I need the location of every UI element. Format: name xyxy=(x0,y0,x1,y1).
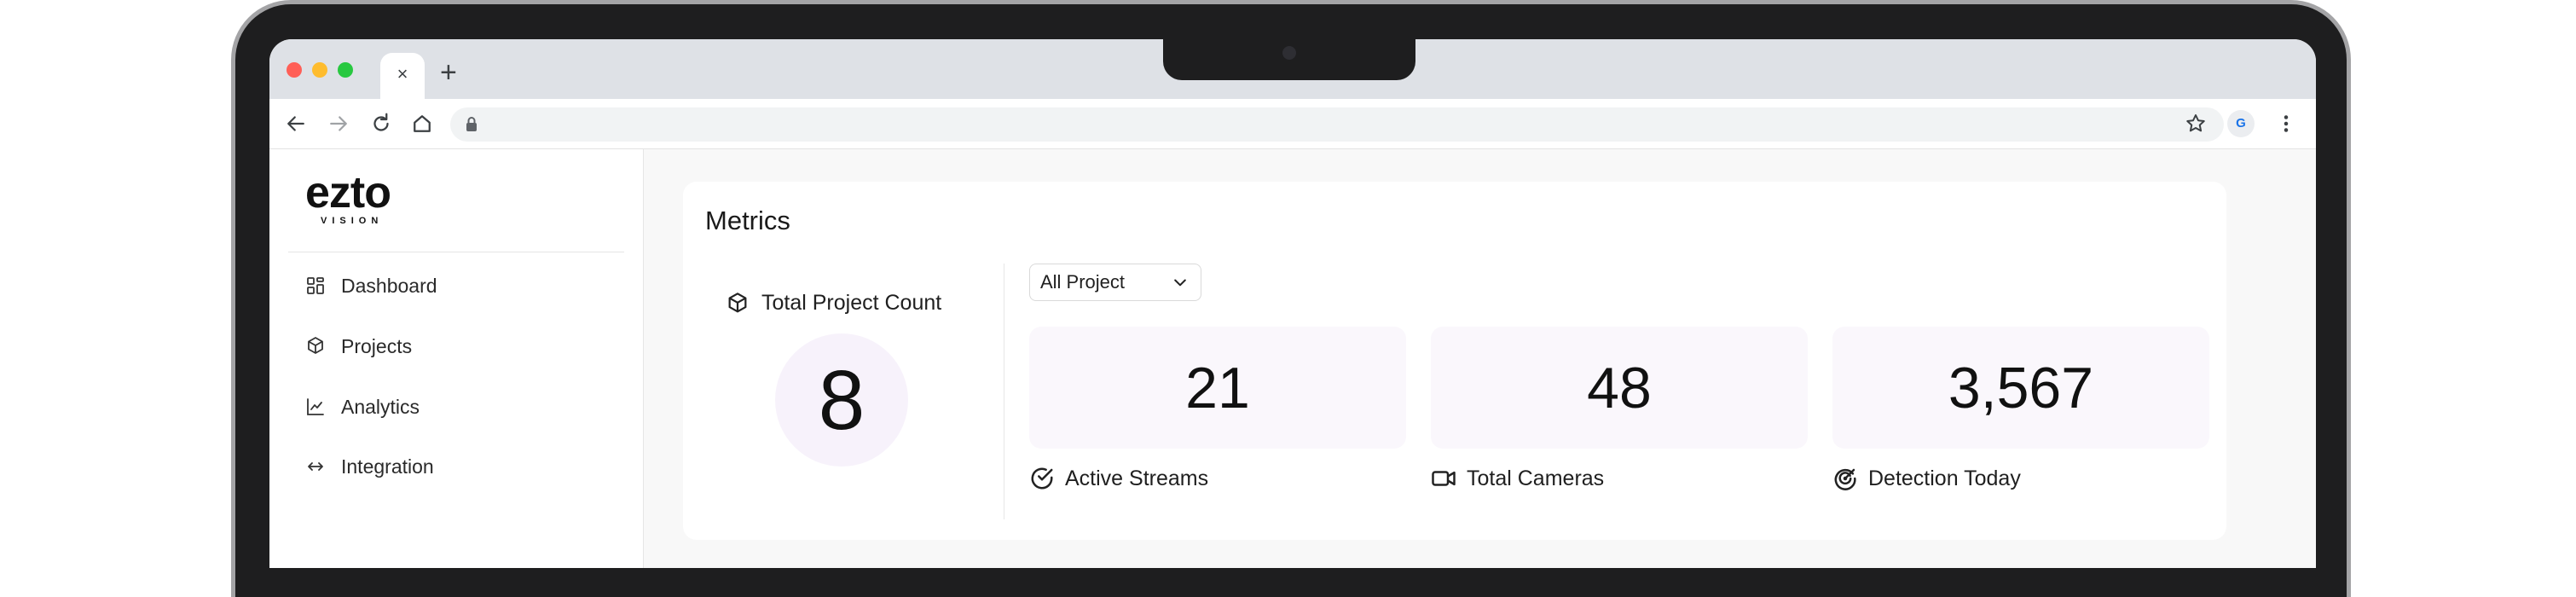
total-cameras-label: Total Cameras xyxy=(1431,466,1604,491)
ezto-vision-logo[interactable]: ezto VISION xyxy=(305,170,391,226)
home-icon[interactable] xyxy=(409,111,435,136)
total-project-count-label: Total Project Count xyxy=(726,291,941,316)
maximize-window-button[interactable] xyxy=(338,62,353,78)
project-filter-dropdown[interactable]: All Project xyxy=(1029,264,1201,301)
sidebar-item-label: Analytics xyxy=(341,395,420,418)
close-window-button[interactable] xyxy=(287,62,302,78)
detection-today-text: Detection Today xyxy=(1868,466,2021,490)
webcam xyxy=(1282,46,1296,60)
lock-icon[interactable] xyxy=(464,116,479,133)
metrics-card: Metrics Total Project Count 8 All Projec… xyxy=(683,182,2226,540)
total-cameras-value: 48 xyxy=(1431,327,1808,449)
detection-today-label: Detection Today xyxy=(1832,466,2021,491)
bookmark-star-icon[interactable] xyxy=(2183,111,2208,136)
radar-icon xyxy=(1834,468,1856,490)
cube-icon xyxy=(728,292,747,312)
arrows-horizontal-icon xyxy=(308,462,323,471)
total-cameras-text: Total Cameras xyxy=(1467,466,1605,490)
new-tab-button[interactable]: + xyxy=(440,58,457,87)
sidebar-item-analytics[interactable]: Analytics xyxy=(305,390,420,424)
active-streams-text: Active Streams xyxy=(1065,466,1209,490)
forward-arrow-icon[interactable] xyxy=(326,111,351,136)
logo-wordmark: ezto xyxy=(305,168,391,217)
total-project-count-text: Total Project Count xyxy=(761,291,942,315)
sidebar-item-projects[interactable]: Projects xyxy=(305,329,412,363)
profile-avatar[interactable]: G xyxy=(2227,110,2255,137)
active-streams-value: 21 xyxy=(1029,327,1406,449)
tab-close-icon[interactable]: × xyxy=(380,63,425,85)
sidebar: ezto VISION Dashboard Projects Analytics… xyxy=(269,149,644,568)
metrics-title: Metrics xyxy=(705,206,790,235)
reload-icon[interactable] xyxy=(368,111,394,136)
browser-tab[interactable]: × xyxy=(380,53,425,99)
minimize-window-button[interactable] xyxy=(312,62,327,78)
chevron-down-icon xyxy=(1174,279,1186,287)
cube-icon xyxy=(308,337,323,354)
address-bar[interactable] xyxy=(450,107,2224,142)
browser-toolbar: G xyxy=(269,99,2316,149)
more-menu-icon[interactable] xyxy=(2273,111,2299,136)
video-camera-icon xyxy=(1432,471,1456,486)
sidebar-item-label: Integration xyxy=(341,455,434,478)
browser-window: × + G ezto VISION Dashboard Projects Ana… xyxy=(269,39,2316,568)
detection-today-value: 3,567 xyxy=(1832,327,2209,449)
sidebar-item-integration[interactable]: Integration xyxy=(305,449,434,484)
back-arrow-icon[interactable] xyxy=(283,111,309,136)
sidebar-item-label: Projects xyxy=(341,334,413,357)
app-root: ezto VISION Dashboard Projects Analytics… xyxy=(269,149,2316,568)
sidebar-item-label: Dashboard xyxy=(341,274,437,297)
sidebar-item-dashboard[interactable]: Dashboard xyxy=(305,269,437,303)
check-circle-icon xyxy=(1031,467,1053,490)
logo-subtitle: VISION xyxy=(321,216,384,226)
dashboard-icon xyxy=(307,277,324,294)
chart-icon xyxy=(307,398,324,415)
screen-notch xyxy=(1163,39,1415,80)
project-filter-value: All Project xyxy=(1040,271,1126,293)
active-streams-label: Active Streams xyxy=(1029,466,1208,491)
main-content: Metrics Total Project Count 8 All Projec… xyxy=(644,149,2316,568)
total-project-count-value: 8 xyxy=(775,333,908,467)
